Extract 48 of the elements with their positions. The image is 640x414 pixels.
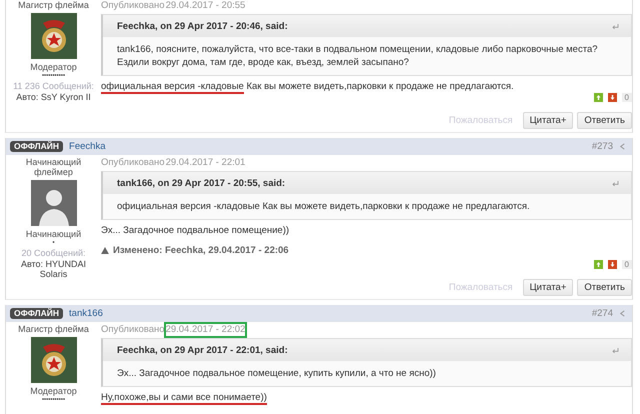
- return-arrow-icon[interactable]: [612, 24, 619, 28]
- vote-down-icon[interactable]: [608, 93, 617, 102]
- status-badge: ОФФЛАЙН: [10, 308, 64, 319]
- post-number-link[interactable]: #274: [592, 308, 613, 319]
- reputation-count: 0: [622, 93, 632, 102]
- user-group: Модератор: [30, 386, 77, 397]
- author-link[interactable]: tank166: [69, 308, 103, 319]
- user-group: Модератор: [30, 62, 77, 73]
- published-label: Опубликовано: [101, 157, 165, 169]
- avatar-silhouette-drawing[interactable]: [30, 180, 76, 226]
- post-count: 11 236 Сообщений:: [13, 81, 94, 92]
- post-text: Эх... Загадочное подвальное помещение)): [101, 225, 290, 237]
- published-label: Опубликовано: [101, 0, 165, 12]
- post-text: Ну,похоже,вы и сами все понимаете)): [101, 392, 268, 404]
- status-badge: ОФФЛАЙН: [10, 141, 64, 152]
- badge-avatar-drawing[interactable]: [30, 337, 76, 383]
- post-date: 29.04.2017 - 20:55: [166, 0, 246, 12]
- post-number-link[interactable]: #273: [592, 141, 613, 152]
- reputation-count: 0: [622, 260, 632, 269]
- reply-button[interactable]: Ответить: [577, 279, 632, 296]
- return-arrow-icon[interactable]: [612, 180, 619, 186]
- quote-author: Feechka, on 29 Apr 2017 - 22:01, said:: [117, 344, 288, 356]
- return-arrow-icon[interactable]: [612, 348, 619, 352]
- vote-up-icon[interactable]: [594, 93, 603, 102]
- badge-avatar-drawing[interactable]: [30, 13, 76, 59]
- quote-author: tank166, on 29 Apr 2017 - 20:55, said:: [117, 178, 286, 188]
- published-label: Опубликовано: [101, 324, 165, 336]
- post-date: 29.04.2017 - 22:02: [166, 324, 246, 336]
- quote-button[interactable]: Цитата+: [522, 112, 574, 129]
- user-rank: Магистр флейма: [17, 324, 90, 334]
- vote-down-icon[interactable]: [608, 260, 617, 269]
- warning-icon: [101, 247, 109, 254]
- post-date: 29.04.2017 - 22:01: [166, 157, 246, 169]
- post-text: официальная версия -кладовые Как вы можете видеть,парковки к продаже не предлагаются.: [101, 81, 515, 93]
- post-count: 20 Сообщений:: [21, 248, 86, 259]
- user-rank: Магистр флейма: [17, 0, 90, 10]
- user-car: Авто: SsY Kyron II: [15, 92, 92, 102]
- edited-text: Изменено: Feechka, 29.04.2017 - 22:06: [113, 245, 289, 256]
- user-group: Начинающий: [26, 229, 82, 240]
- user-car: Авто: HYUNDAI Solaris: [20, 259, 88, 279]
- quote-button[interactable]: Цитата+: [522, 279, 574, 296]
- share-icon[interactable]: [619, 143, 626, 150]
- reply-button[interactable]: Ответить: [577, 112, 632, 129]
- quote-author: Feechka, on 29 Apr 2017 - 20:46, said:: [117, 20, 288, 32]
- share-icon[interactable]: [619, 310, 626, 317]
- vote-up-icon[interactable]: [594, 260, 603, 269]
- author-link[interactable]: Feechka: [69, 141, 106, 152]
- user-rank: Начинающий флеймер: [24, 157, 82, 177]
